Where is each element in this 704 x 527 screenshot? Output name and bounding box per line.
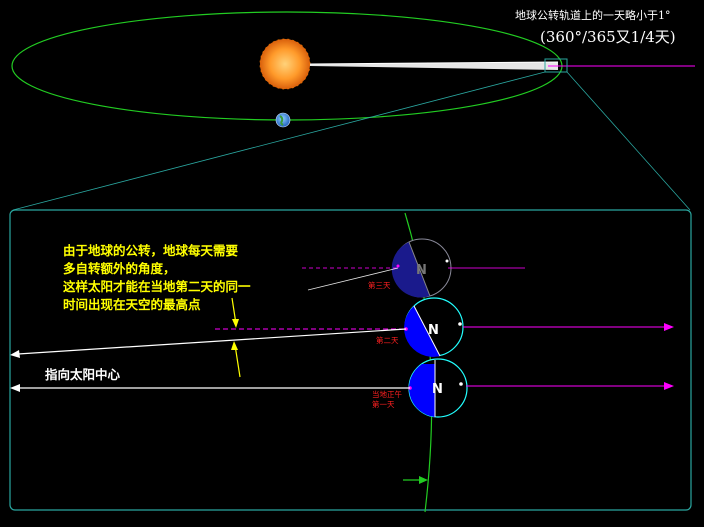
explanation-text: 由于地球的公转，地球每天需要 多自转额外的角度， 这样太阳才能在当地第二天的同一… — [63, 242, 251, 314]
title-line-2: (360°/365又1/4天) — [540, 28, 676, 46]
sun-direction-arrowhead-day2 — [10, 350, 20, 358]
sun-direction-arrow-day2 — [17, 328, 407, 355]
day3-label: 第三天 — [368, 281, 391, 290]
explanation-line-4: 时间出现在天空的最高点 — [63, 297, 201, 312]
angle-marker-upper-head — [232, 319, 239, 328]
day1-arrowhead — [664, 382, 674, 390]
day2-arrowhead — [664, 323, 674, 331]
explanation-line-3: 这样太阳才能在当地第二天的同一 — [63, 279, 251, 294]
sun-direction-arrowhead-day1 — [10, 384, 20, 392]
zoom-line-left — [12, 71, 546, 211]
day1-label: 第一天 — [372, 400, 395, 409]
sun-direction-label: 指向太阳中心 — [45, 367, 121, 382]
north-label-day2: N — [428, 323, 439, 338]
day2-label: 第二天 — [376, 336, 399, 345]
day1-noon-label: 当地正午 — [372, 390, 402, 399]
title-line-1: 地球公转轨道上的一天略小于1° — [515, 9, 671, 22]
explanation-line-1: 由于地球的公转，地球每天需要 — [63, 243, 239, 258]
angle-marker-lower-head — [231, 341, 238, 350]
orbit-direction-arrowhead — [419, 476, 428, 484]
north-label-day1: N — [432, 382, 443, 397]
zoom-line-right — [566, 71, 691, 211]
explanation-line-2: 多自转额外的角度， — [63, 261, 176, 276]
north-label-day3: N — [416, 263, 427, 278]
